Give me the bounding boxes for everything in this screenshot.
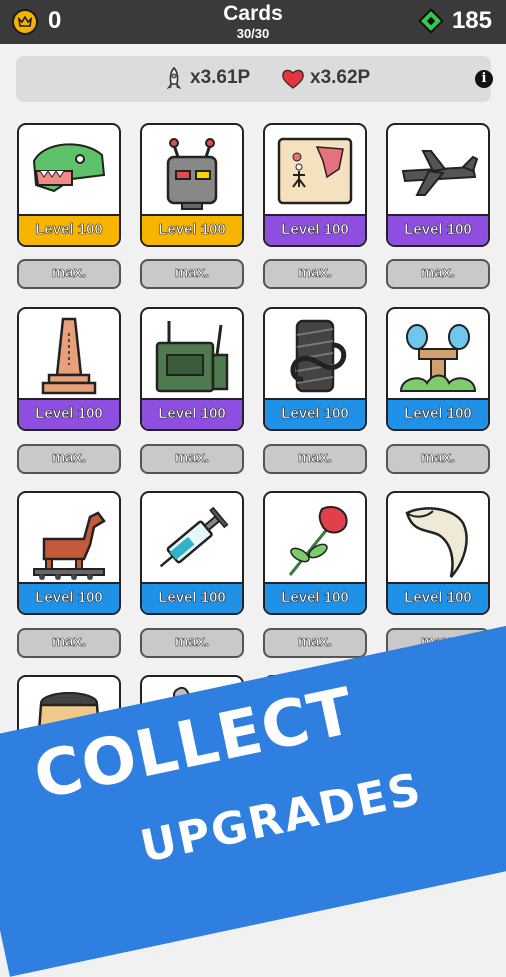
card-robot[interactable]: Level 100 bbox=[140, 123, 244, 247]
level-label: Level 100 bbox=[142, 398, 242, 429]
multiplier-bar: x3.61P x3.62P i bbox=[16, 56, 493, 102]
rose-icon bbox=[265, 493, 365, 585]
card-treasure-map[interactable]: Level 100 bbox=[263, 123, 367, 247]
treasure-map-icon bbox=[265, 125, 365, 217]
fountain-icon bbox=[388, 309, 488, 401]
card-trojan-horse[interactable]: Level 100 bbox=[17, 491, 121, 615]
max-button[interactable]: max. bbox=[263, 259, 367, 289]
rope-spool-icon bbox=[265, 309, 365, 401]
level-label: Level 100 bbox=[19, 582, 119, 613]
heart-multiplier: x3.62P bbox=[310, 67, 371, 88]
drone-icon bbox=[388, 125, 488, 217]
max-button[interactable]: max. bbox=[386, 444, 490, 474]
card-radio[interactable]: Level 100 bbox=[140, 307, 244, 431]
level-label: Level 100 bbox=[19, 214, 119, 245]
max-button[interactable]: max. bbox=[263, 444, 367, 474]
card-dinosaur[interactable]: Level 100 bbox=[17, 123, 121, 247]
info-icon[interactable]: i bbox=[475, 70, 493, 88]
max-button[interactable]: max. bbox=[140, 259, 244, 289]
max-button[interactable]: max. bbox=[386, 259, 490, 289]
gem-icon bbox=[418, 8, 444, 39]
level-label: Level 100 bbox=[19, 398, 119, 429]
max-button[interactable]: max. bbox=[17, 444, 121, 474]
level-label: Level 100 bbox=[388, 582, 488, 613]
top-bar: 0 Cards 30/30 185 bbox=[0, 0, 506, 44]
level-label: Level 100 bbox=[265, 398, 365, 429]
card-fountain[interactable]: Level 100 bbox=[386, 307, 490, 431]
heart-icon bbox=[281, 68, 305, 95]
level-label: Level 100 bbox=[388, 398, 488, 429]
level-label: Level 100 bbox=[142, 214, 242, 245]
card-claw[interactable]: Level 100 bbox=[386, 491, 490, 615]
level-label: Level 100 bbox=[265, 214, 365, 245]
max-button[interactable]: max. bbox=[140, 444, 244, 474]
level-label: Level 100 bbox=[265, 582, 365, 613]
card-rose[interactable]: Level 100 bbox=[263, 491, 367, 615]
rocket-multiplier: x3.61P bbox=[190, 67, 251, 88]
max-button[interactable]: max. bbox=[263, 628, 367, 658]
syringe-icon bbox=[142, 493, 242, 585]
gem-count: 185 bbox=[451, 7, 492, 34]
level-label: Level 100 bbox=[388, 214, 488, 245]
card-syringe[interactable]: Level 100 bbox=[140, 491, 244, 615]
max-button[interactable]: max. bbox=[140, 628, 244, 658]
card-drone[interactable]: Level 100 bbox=[386, 123, 490, 247]
radio-transmitter-icon bbox=[142, 309, 242, 401]
trojan-horse-icon bbox=[19, 493, 119, 585]
rocket-icon bbox=[164, 66, 184, 96]
claw-icon bbox=[388, 493, 488, 585]
max-button[interactable]: max. bbox=[17, 628, 121, 658]
card-rope[interactable]: Level 100 bbox=[263, 307, 367, 431]
robot-head-icon bbox=[142, 125, 242, 217]
dinosaur-head-icon bbox=[19, 125, 119, 217]
max-button[interactable]: max. bbox=[17, 259, 121, 289]
level-label: Level 100 bbox=[142, 582, 242, 613]
card-obelisk[interactable]: Level 100 bbox=[17, 307, 121, 431]
obelisk-icon bbox=[19, 309, 119, 401]
